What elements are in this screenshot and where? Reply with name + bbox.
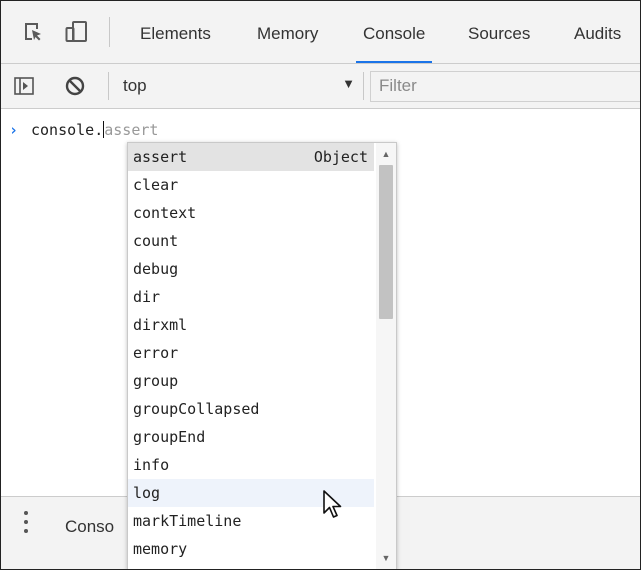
typed-text: console. (31, 121, 104, 139)
tab-audits[interactable]: Audits (574, 1, 621, 63)
suggestion-label: debug (133, 260, 179, 278)
show-sidebar-icon[interactable] (14, 77, 34, 95)
devtools-tabbar: Elements Memory Console Sources Audits (1, 1, 640, 64)
ghost-completion: assert (104, 121, 159, 139)
drawer-menu-icon[interactable] (23, 511, 29, 537)
context-selector[interactable]: top ▼ (123, 72, 355, 100)
context-label: top (123, 76, 147, 95)
suggestion-item[interactable]: error (128, 339, 374, 367)
inspect-element-icon[interactable] (21, 20, 45, 44)
suggestion-scrollbar[interactable]: ▲ ▼ (376, 143, 396, 569)
suggestion-item[interactable]: dir (128, 283, 374, 311)
devtools-window: Elements Memory Console Sources Audits t… (0, 0, 641, 570)
filter-input[interactable] (373, 72, 640, 100)
tab-console[interactable]: Console (355, 1, 433, 63)
suggestion-label: memory (133, 540, 188, 558)
toolbar-divider (108, 72, 109, 100)
suggestion-item[interactable]: group (128, 367, 374, 395)
suggestion-item[interactable]: info (128, 451, 374, 479)
tab-sources[interactable]: Sources (468, 1, 530, 63)
clear-console-icon[interactable] (64, 75, 86, 97)
tab-memory[interactable]: Memory (257, 1, 318, 63)
suggestion-item[interactable]: groupEnd (128, 423, 374, 451)
suggestion-label: log (133, 484, 161, 502)
suggestion-item[interactable]: count (128, 227, 374, 255)
suggestion-label: markTimeline (133, 512, 242, 530)
suggestion-item[interactable]: groupCollapsed (128, 395, 374, 423)
console-toolbar: top ▼ (1, 64, 640, 109)
suggestion-item[interactable]: debug (128, 255, 374, 283)
dropdown-arrow-icon: ▼ (342, 76, 355, 91)
suggestion-label: groupEnd (133, 428, 206, 446)
prompt-chevron-icon: › (9, 121, 19, 139)
suggestion-label: groupCollapsed (133, 400, 260, 418)
autocomplete-popup[interactable]: assert Object clear context count debug … (127, 142, 397, 569)
mouse-pointer-icon (323, 490, 342, 518)
suggestion-label: count (133, 232, 179, 250)
suggestion-label: dirxml (133, 316, 188, 334)
suggestion-label: clear (133, 176, 179, 194)
suggestion-item[interactable]: memory (128, 535, 374, 563)
suggestion-label: dir (133, 288, 161, 306)
suggestion-label: context (133, 204, 197, 222)
suggestion-item[interactable]: clear (128, 171, 374, 199)
toolbar-divider (363, 72, 364, 100)
suggestion-type: Object (313, 148, 368, 166)
scroll-up-icon[interactable]: ▲ (376, 145, 396, 163)
suggestion-item[interactable]: context (128, 199, 374, 227)
suggestion-item[interactable]: assert Object (128, 143, 374, 171)
suggestion-label: group (133, 372, 179, 390)
console-input[interactable]: console.assert (31, 119, 158, 141)
suggestion-label: error (133, 344, 179, 362)
suggestion-label: info (133, 456, 170, 474)
drawer-tab-console[interactable]: Conso (65, 517, 114, 537)
suggestion-item[interactable]: dirxml (128, 311, 374, 339)
tab-elements[interactable]: Elements (140, 1, 211, 63)
toolbar-divider (109, 17, 110, 47)
suggestion-label: assert (133, 148, 188, 166)
scrollbar-thumb[interactable] (379, 165, 393, 319)
device-toggle-icon[interactable] (65, 20, 89, 44)
scroll-down-icon[interactable]: ▼ (376, 549, 396, 567)
